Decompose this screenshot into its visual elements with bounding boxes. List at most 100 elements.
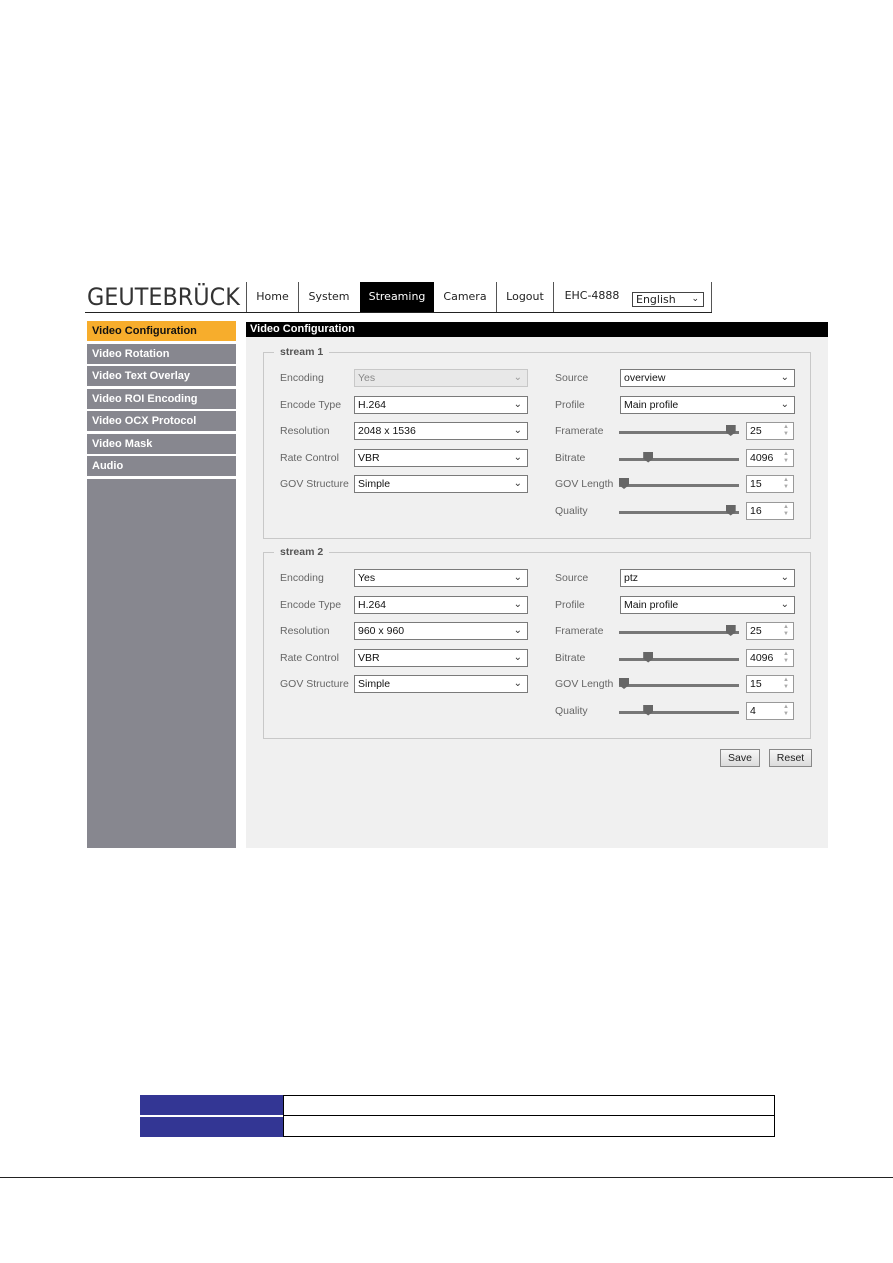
sidebar-item-video-configuration[interactable]: Video Configuration (87, 321, 236, 341)
source-label: Source (555, 372, 589, 384)
reset-button[interactable]: Reset (769, 749, 812, 767)
slider-handle[interactable] (725, 625, 736, 636)
chevron-down-icon: ⌄ (513, 451, 522, 463)
quality-input[interactable]: 4 ▲ ▼ (746, 701, 794, 720)
quality-input[interactable]: 16 ▲ ▼ (746, 501, 794, 520)
resolution-label: Resolution (280, 425, 330, 437)
chevron-down-icon: ⌄ (513, 625, 522, 636)
nav-tab-system[interactable]: System (299, 282, 359, 312)
geutebruck-logo: GEUTEBRÜCK (87, 283, 240, 311)
encoding-select[interactable]: Yes ⌄ (354, 569, 528, 587)
chevron-down-icon: ⌄ (513, 478, 522, 489)
source-row: Source ptz ⌄ (555, 569, 800, 589)
language-select[interactable]: English ⌄ (632, 292, 704, 307)
bitrate-label: Bitrate (555, 451, 586, 464)
slider-handle[interactable] (619, 478, 629, 489)
gov-length-label: GOV Length (555, 478, 614, 490)
gov-length-input[interactable]: 15 ▲ ▼ (746, 475, 794, 493)
gov-length-input[interactable]: 15 ▲ ▼ (746, 675, 794, 693)
framerate-label: Framerate (555, 625, 604, 637)
spin-arrows-icon[interactable]: ▲ ▼ (783, 451, 789, 465)
gov-length-label: GOV Length (555, 678, 614, 690)
gov-structure-row: GOV Structure Simple ⌄ (280, 675, 530, 695)
rate-control-select[interactable]: VBR ⌄ (354, 648, 528, 667)
sidebar-item-video-mask[interactable]: Video Mask (87, 433, 236, 454)
slider-handle[interactable] (619, 678, 629, 689)
spin-arrows-icon[interactable]: ▲ ▼ (783, 504, 789, 518)
rate-control-select[interactable]: VBR ⌄ (354, 448, 528, 467)
slider-handle[interactable] (643, 451, 654, 463)
quality-slider[interactable] (619, 502, 739, 522)
select-value: VBR (358, 451, 380, 464)
profile-row: Profile Main profile ⌄ (555, 595, 800, 616)
sidebar-item-audio[interactable]: Audio (87, 456, 236, 476)
spin-arrows-icon[interactable]: ▲ ▼ (783, 704, 789, 718)
gov-structure-select[interactable]: Simple ⌄ (354, 675, 528, 693)
bitrate-input[interactable]: 4096 ▲ ▼ (746, 448, 794, 467)
encode-type-select[interactable]: H.264 ⌄ (354, 395, 528, 414)
nav-tab-logout[interactable]: Logout (497, 282, 553, 312)
resolution-select[interactable]: 960 x 960 ⌄ (354, 622, 528, 640)
sidebar-item-video-text-overlay[interactable]: Video Text Overlay (87, 366, 236, 386)
sidebar-item-video-roi-encoding[interactable]: Video ROI Encoding (87, 388, 236, 409)
slider-track (619, 684, 739, 687)
sidebar-item-video-rotation[interactable]: Video Rotation (87, 343, 236, 364)
slider-handle[interactable] (643, 651, 654, 663)
spin-value: 16 (750, 504, 762, 517)
spin-arrows-icon[interactable]: ▲ ▼ (783, 424, 789, 438)
framerate-input[interactable]: 25 ▲ ▼ (746, 622, 794, 640)
spin-value: 25 (750, 625, 762, 637)
encode-type-select[interactable]: H.264 ⌄ (354, 595, 528, 614)
save-button[interactable]: Save (720, 749, 760, 767)
framerate-slider[interactable] (619, 622, 739, 642)
spin-arrows-icon[interactable]: ▲ ▼ (783, 677, 789, 691)
sidebar-item-video-ocx-protocol[interactable]: Video OCX Protocol (87, 411, 236, 431)
select-value: Main profile (624, 598, 679, 611)
nav-tab-streaming[interactable]: Streaming (360, 282, 434, 312)
select-value: overview (624, 372, 666, 384)
source-select[interactable]: ptz ⌄ (620, 569, 795, 587)
profile-row: Profile Main profile ⌄ (555, 395, 800, 416)
resolution-label: Resolution (280, 625, 330, 637)
chevron-down-icon: ⌄ (513, 425, 522, 436)
spin-value: 25 (750, 425, 762, 437)
nav-tab-camera[interactable]: Camera (434, 282, 496, 312)
resolution-select[interactable]: 2048 x 1536 ⌄ (354, 422, 528, 440)
nav-divider (711, 282, 712, 312)
framerate-input[interactable]: 25 ▲ ▼ (746, 422, 794, 440)
gov-length-slider[interactable] (619, 475, 739, 495)
bitrate-slider[interactable] (619, 449, 739, 469)
spin-value: 4096 (750, 451, 774, 464)
slider-handle[interactable] (725, 504, 736, 516)
spin-arrows-icon[interactable]: ▲ ▼ (783, 651, 789, 665)
framerate-row: Framerate 25 ▲ ▼ (555, 622, 800, 642)
spin-arrows-icon[interactable]: ▲ ▼ (783, 477, 789, 491)
rate-control-row: Rate Control VBR ⌄ (280, 448, 530, 469)
select-value: 960 x 960 (358, 625, 405, 637)
bitrate-slider[interactable] (619, 649, 739, 669)
chevron-down-icon: ⌄ (780, 572, 789, 583)
nav-divider (553, 282, 554, 312)
profile-label: Profile (555, 598, 585, 611)
bitrate-input[interactable]: 4096 ▲ ▼ (746, 648, 794, 667)
gov-length-slider[interactable] (619, 675, 739, 695)
quality-slider[interactable] (619, 702, 739, 722)
gov-structure-label: GOV Structure (280, 478, 349, 490)
select-value: 2048 x 1536 (358, 425, 416, 437)
slider-track (619, 431, 739, 434)
gov-structure-select[interactable]: Simple ⌄ (354, 475, 528, 493)
rate-control-row: Rate Control VBR ⌄ (280, 648, 530, 669)
select-value: Simple (358, 678, 391, 690)
top-navigation-bar: GEUTEBRÜCK Home System Streaming Camera … (85, 282, 712, 313)
nav-tab-home[interactable]: Home (247, 282, 298, 312)
encoding-select[interactable]: Yes ⌄ (354, 369, 528, 387)
slider-handle[interactable] (725, 425, 736, 436)
framerate-slider[interactable] (619, 422, 739, 442)
profile-select[interactable]: Main profile ⌄ (620, 395, 795, 414)
table-value-cell (283, 1116, 775, 1137)
profile-select[interactable]: Main profile ⌄ (620, 595, 795, 614)
spin-arrows-icon[interactable]: ▲ ▼ (783, 624, 789, 638)
source-select[interactable]: overview ⌄ (620, 369, 795, 387)
rate-control-label: Rate Control (280, 451, 339, 464)
slider-handle[interactable] (643, 704, 654, 716)
